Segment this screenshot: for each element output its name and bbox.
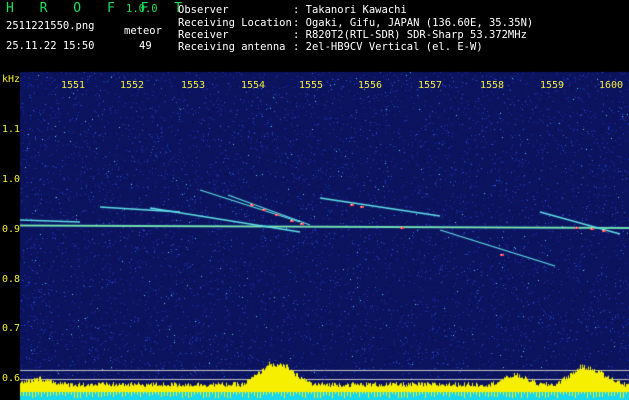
- time-tick: 1558: [480, 80, 505, 91]
- meteor-count: 49: [139, 40, 152, 52]
- time-tick: 1553: [181, 80, 206, 91]
- observer-value: : Takanori Kawachi: [293, 4, 407, 16]
- frequency-tick: 0.9: [2, 224, 21, 235]
- date-time: 25.11.22 15:50: [6, 40, 95, 52]
- frequency-tick: 1.1: [2, 124, 21, 135]
- frequency-tick: 0.8: [2, 274, 21, 285]
- antenna-label: Receiving antenna: [178, 41, 286, 53]
- frequency-tick: 0.7: [2, 323, 21, 334]
- time-tick: 1600: [599, 80, 624, 91]
- observer-label: Observer: [178, 4, 229, 16]
- spectrogram-canvas: [0, 0, 629, 400]
- time-tick: 1556: [358, 80, 383, 91]
- app-title: H R O F F T: [6, 1, 192, 16]
- app-version: 1.0.0: [126, 3, 158, 15]
- frequency-tick: 1.0: [2, 174, 21, 185]
- frequency-tick: 0.6: [2, 373, 21, 384]
- file-name: 2511221550.png: [6, 20, 95, 32]
- time-tick: 1552: [120, 80, 145, 91]
- time-tick: 1551: [61, 80, 86, 91]
- time-tick: 1559: [540, 80, 565, 91]
- antenna-value: : 2el-HB9CV Vertical (el. E-W): [293, 41, 483, 53]
- frequency-unit-label: kHz: [2, 74, 21, 85]
- time-tick: 1555: [299, 80, 324, 91]
- meteor-label: meteor: [124, 25, 162, 37]
- time-tick: 1554: [241, 80, 266, 91]
- time-tick: 1557: [418, 80, 443, 91]
